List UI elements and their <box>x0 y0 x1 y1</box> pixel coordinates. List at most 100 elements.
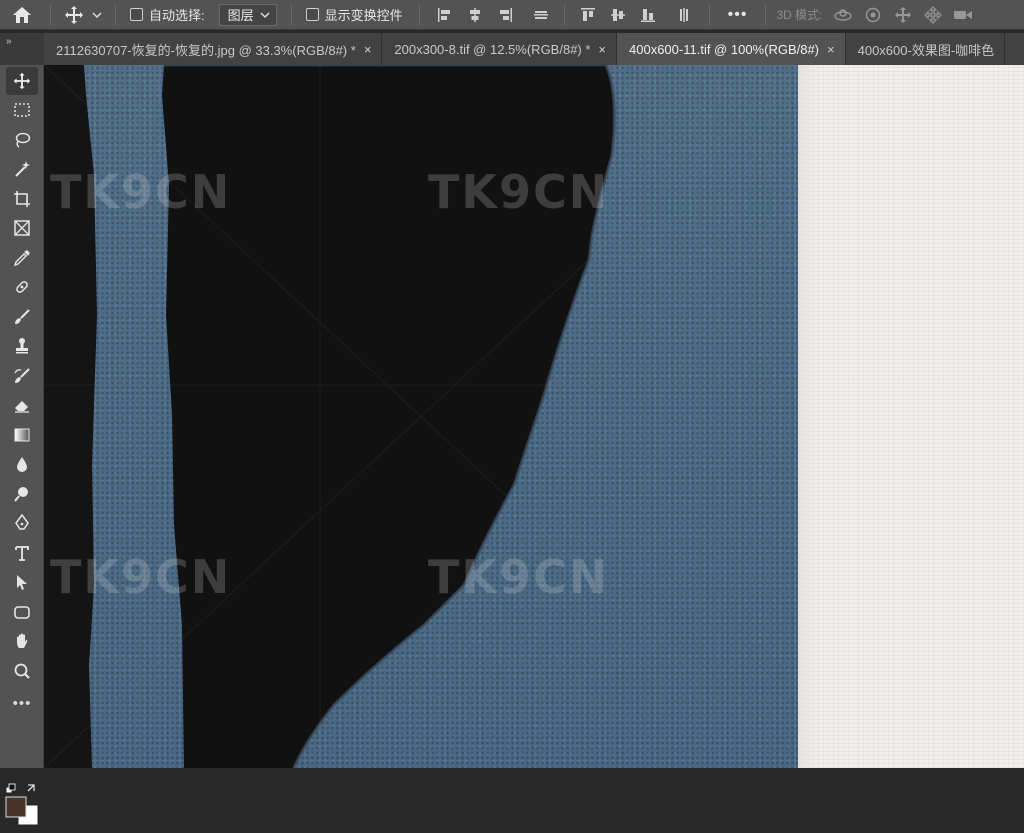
frame-tool[interactable] <box>6 214 38 242</box>
align-right-edges-icon <box>499 7 512 22</box>
blur-tool-icon <box>17 457 27 472</box>
tools-panel: ••• <box>0 65 44 826</box>
align-left-edges-icon <box>437 7 450 22</box>
brush-tool[interactable] <box>6 303 38 331</box>
align-left-button[interactable] <box>432 3 458 27</box>
tab-title: 200x300-8.tif @ 12.5%(RGB/8#) * <box>394 41 591 57</box>
distribute-horizontal-icon <box>533 10 548 19</box>
chevron-down-icon <box>260 11 270 18</box>
align-right-button[interactable] <box>492 3 518 27</box>
foreground-color-swatch[interactable] <box>5 796 27 818</box>
align-vcenter-button[interactable] <box>605 3 631 27</box>
auto-select-target-value: 图层 <box>227 8 254 23</box>
marquee-tool[interactable] <box>6 96 38 124</box>
home-button[interactable] <box>0 0 44 30</box>
clone-stamp-tool-icon <box>16 338 28 354</box>
marquee-tool-icon <box>14 103 30 117</box>
path-selection-tool-icon <box>17 575 27 590</box>
swap-colors-icon[interactable] <box>27 784 35 792</box>
orbit-3d-button[interactable] <box>828 3 858 27</box>
document-image[interactable]: TK9CN TK9CN TK9CN TK9CN <box>44 65 798 768</box>
align-hcenter-button[interactable] <box>462 3 488 27</box>
close-icon[interactable]: × <box>598 42 606 57</box>
brush-tool-icon <box>15 309 30 324</box>
eraser-tool-icon <box>15 401 29 413</box>
align-horizontal-centers-icon <box>469 7 480 22</box>
eyedropper-tool[interactable] <box>6 244 38 272</box>
frame-tool-icon <box>14 220 30 236</box>
lasso-tool-icon <box>15 132 31 148</box>
align-group <box>426 3 703 27</box>
auto-select-label: 自动选择: <box>149 8 205 23</box>
paper-texture-document[interactable] <box>798 65 1024 768</box>
rectangle-tool[interactable] <box>6 598 38 626</box>
rectangle-tool-icon <box>14 606 30 619</box>
scale-3d-icon <box>954 10 973 19</box>
align-bottom-button[interactable] <box>635 3 661 27</box>
default-colors-icon[interactable] <box>5 783 16 794</box>
gradient-tool-icon <box>14 428 30 442</box>
type-tool-icon <box>15 546 29 561</box>
tab-title: 400x600-11.tif @ 100%(RGB/8#) <box>629 41 820 57</box>
more-options-button[interactable]: ••• <box>716 6 760 24</box>
dodge-tool-icon <box>14 487 28 502</box>
slide-3d-icon <box>924 5 943 24</box>
divider <box>563 4 565 25</box>
magic-wand-tool[interactable] <box>6 155 38 183</box>
zoom-tool-icon <box>14 663 30 679</box>
lasso-tool[interactable] <box>6 126 38 154</box>
history-brush-tool[interactable] <box>6 362 38 390</box>
move-tool[interactable] <box>6 67 38 95</box>
scale-3d-button[interactable] <box>948 3 978 27</box>
hand-tool[interactable] <box>6 627 38 655</box>
distribute-vertical-icon <box>679 7 688 22</box>
move-icon <box>65 5 83 24</box>
edit-toolbar-button[interactable]: ••• <box>0 695 44 712</box>
orbit-3d-icon <box>834 8 853 21</box>
eraser-tool[interactable] <box>6 391 38 419</box>
distribute-vertical-button[interactable] <box>671 3 697 27</box>
history-brush-tool-icon <box>14 368 30 383</box>
document-tab[interactable]: 2112630707-恢复的-恢复的.jpg @ 33.3%(RGB/8#) *… <box>44 33 383 65</box>
color-swatches <box>5 783 39 826</box>
checkbox-box[interactable] <box>305 8 319 21</box>
path-selection-tool[interactable] <box>6 568 38 596</box>
zoom-tool[interactable] <box>6 657 38 685</box>
close-icon[interactable]: × <box>364 42 372 57</box>
pen-tool[interactable] <box>6 509 38 537</box>
roll-3d-button[interactable] <box>858 3 888 27</box>
document-canvas[interactable]: TK9CN TK9CN TK9CN TK9CN <box>44 65 1024 768</box>
pan-3d-button[interactable] <box>888 3 918 27</box>
crop-tool-icon <box>14 191 30 207</box>
healing-brush-tool[interactable] <box>6 273 38 301</box>
close-icon[interactable]: × <box>827 42 835 57</box>
divider <box>765 4 767 25</box>
dodge-tool[interactable] <box>6 480 38 508</box>
tab-title: 400x600-效果图-咖啡色 <box>857 42 995 58</box>
tool-preset-picker[interactable] <box>57 4 109 26</box>
show-transform-checkbox[interactable]: 显示变换控件 <box>298 5 411 24</box>
pan-3d-icon <box>895 6 912 23</box>
auto-select-checkbox[interactable]: 自动选择: <box>122 5 213 24</box>
slide-3d-button[interactable] <box>918 3 948 27</box>
distribute-horizontal-button[interactable] <box>528 3 554 27</box>
clone-stamp-tool[interactable] <box>6 332 38 360</box>
tab-title: 2112630707-恢复的-恢复的.jpg @ 33.3%(RGB/8#) * <box>56 42 356 58</box>
hand-tool-icon <box>17 633 28 648</box>
document-tab[interactable]: 400x600-效果图-咖啡色 <box>845 33 1006 65</box>
document-tab-active[interactable]: 400x600-11.tif @ 100%(RGB/8#) × <box>617 33 846 65</box>
checkbox-box[interactable] <box>130 8 143 21</box>
magic-wand-tool-icon <box>15 161 30 177</box>
panel-collapse-chevron[interactable]: » <box>0 33 44 65</box>
align-top-button[interactable] <box>575 3 601 27</box>
blur-tool[interactable] <box>6 450 38 478</box>
crop-tool[interactable] <box>6 185 38 213</box>
document-tab-bar: » 2112630707-恢复的-恢复的.jpg @ 33.3%(RGB/8#)… <box>0 33 1024 65</box>
roll-3d-icon <box>866 7 881 22</box>
mode-3d-label: 3D 模式: <box>776 8 823 22</box>
chevron-down-icon <box>92 11 102 18</box>
type-tool[interactable] <box>6 539 38 567</box>
document-tab[interactable]: 200x300-8.tif @ 12.5%(RGB/8#) * × <box>382 33 618 65</box>
auto-select-target-dropdown[interactable]: 图层 <box>218 3 277 26</box>
gradient-tool[interactable] <box>6 421 38 449</box>
